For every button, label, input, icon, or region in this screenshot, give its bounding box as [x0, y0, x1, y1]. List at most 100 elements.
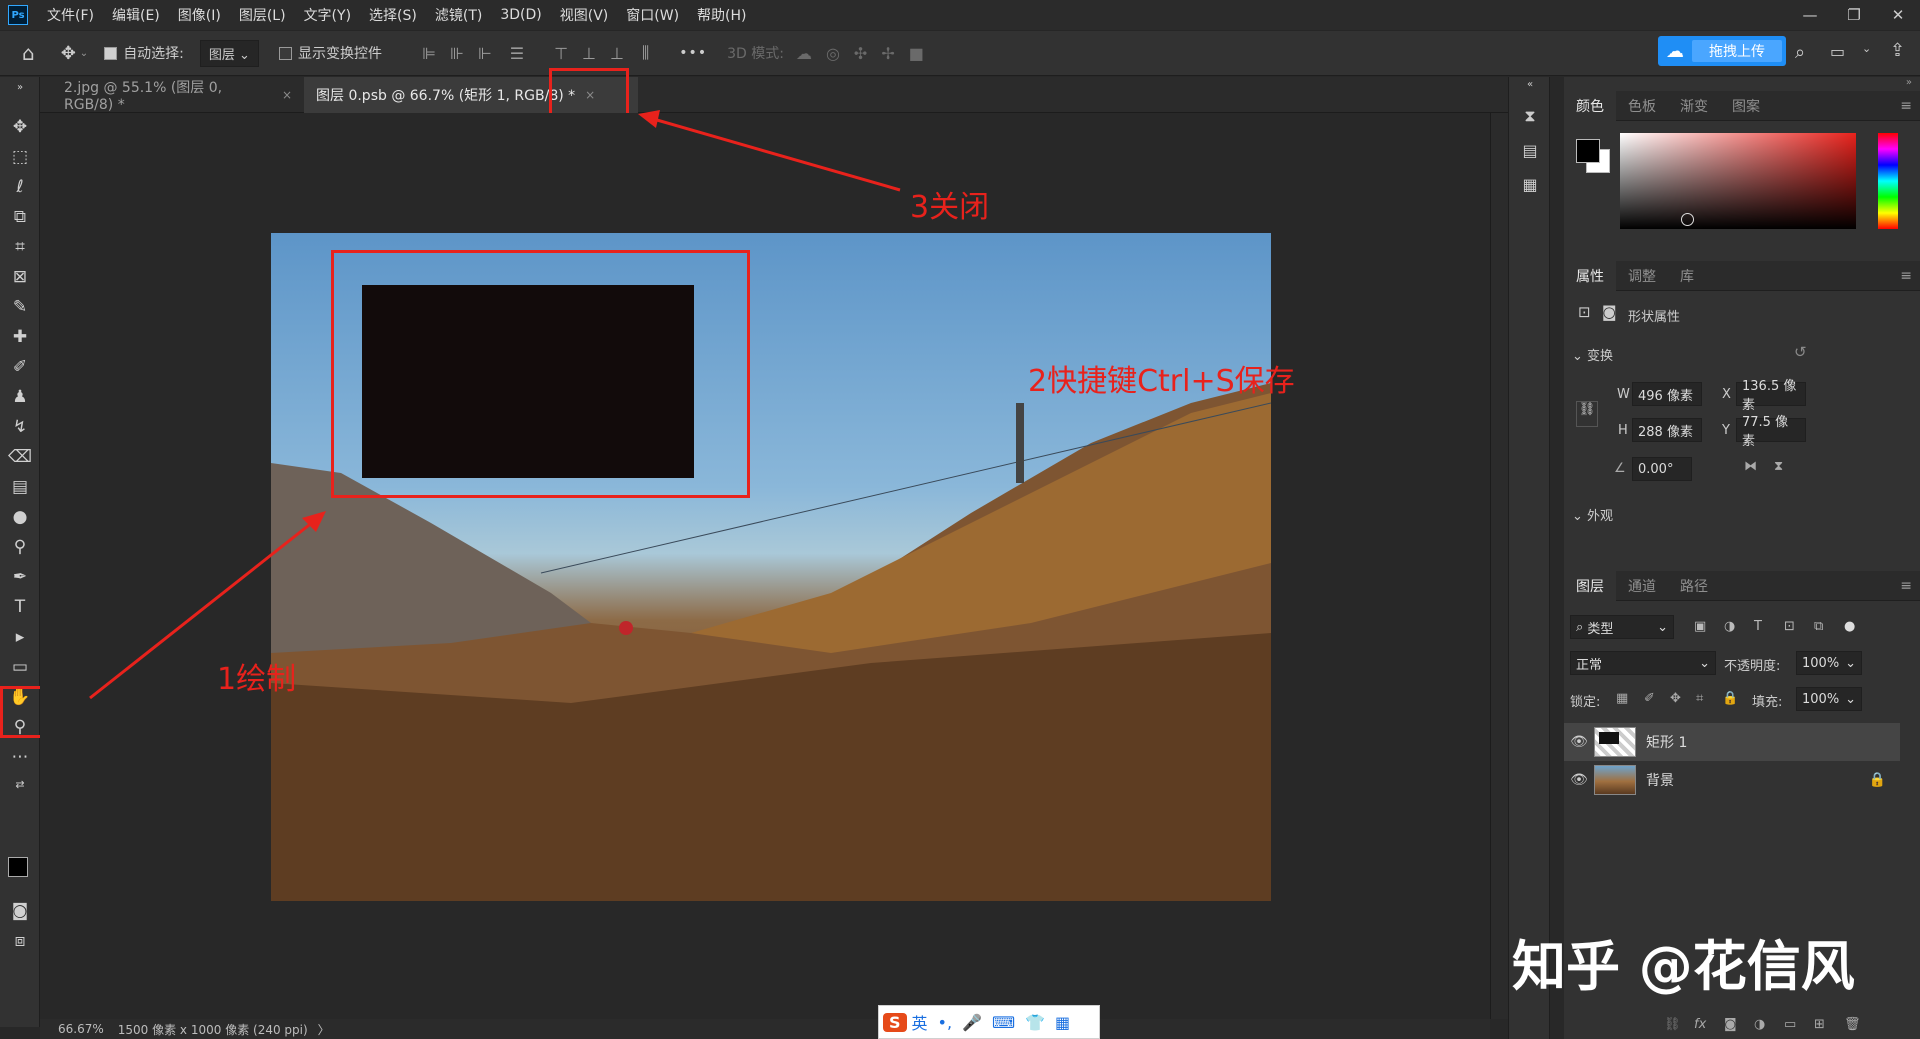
sogou-logo-icon[interactable]: S	[883, 1012, 907, 1032]
x-label: X	[1722, 387, 1731, 402]
panel-dock: « ⧗ ▤ ▦	[1508, 77, 1550, 1039]
search-icon: ⌕	[1576, 619, 1588, 635]
annotation-step1: 1绘制	[217, 662, 297, 697]
layer-row-background[interactable]: 👁 背景 🔒	[1564, 761, 1900, 799]
toolbox-icon[interactable]: ▦	[1050, 1013, 1075, 1032]
color-picker-handle[interactable]	[1681, 213, 1694, 226]
lock-icon: 🔒	[1868, 772, 1886, 788]
opacity-label: 不透明度:	[1724, 659, 1781, 674]
layer-filter-dropdown[interactable]: ⌕ 类型 ⌄	[1570, 615, 1674, 639]
blend-mode-dropdown[interactable]: 正常 ⌄	[1570, 651, 1716, 675]
panel-collapse-icon[interactable]: »	[1906, 77, 1912, 88]
dock-collapse-icon[interactable]: «	[1519, 77, 1541, 91]
vertical-scrollbar[interactable]	[1490, 113, 1508, 1019]
fill-field[interactable]: 100% ⌄	[1796, 687, 1862, 711]
angle-field[interactable]: 0.00°	[1632, 457, 1692, 481]
tab-layers[interactable]: 图层	[1564, 570, 1616, 601]
tab-gradients[interactable]: 渐变	[1668, 91, 1720, 121]
width-label: W	[1617, 387, 1630, 402]
filter-kind-value: 类型	[1587, 621, 1614, 637]
keyboard-icon[interactable]: ⌨	[987, 1013, 1020, 1032]
properties-panel-icon[interactable]: ▤	[1519, 139, 1541, 161]
mask-icon[interactable]: ◙	[1602, 303, 1617, 321]
opacity-field[interactable]: 100% ⌄	[1796, 651, 1862, 675]
lock-transparent-icon[interactable]: ▦	[1616, 691, 1628, 706]
status-bar: 66.67% 1500 像素 x 1000 像素 (240 ppi) 〉	[40, 1019, 1490, 1039]
annotation-step2: 2快捷键Ctrl+S保存	[1028, 364, 1295, 399]
rectangle-thumb-shape	[1599, 732, 1619, 744]
notes-panel-icon[interactable]: ▦	[1519, 173, 1541, 195]
angle-icon: ∠	[1614, 461, 1626, 476]
microphone-icon[interactable]: 🎤	[957, 1013, 987, 1032]
new-group-icon[interactable]: ▭	[1784, 1017, 1796, 1032]
reset-icon[interactable]: ↺	[1794, 343, 1807, 361]
chevron-down-icon: ⌄	[1845, 655, 1856, 671]
height-field[interactable]: 288 像素	[1632, 418, 1702, 442]
history-panel-icon[interactable]: ⧗	[1519, 105, 1541, 127]
hue-slider[interactable]	[1878, 133, 1898, 229]
x-field[interactable]: 136.5 像素	[1736, 379, 1806, 413]
lock-artboard-icon[interactable]: ⌗	[1696, 691, 1703, 706]
lock-label: 锁定:	[1570, 695, 1601, 710]
tab-color[interactable]: 颜色	[1564, 90, 1616, 121]
delete-layer-icon[interactable]: 🗑	[1844, 1017, 1861, 1032]
ime-language[interactable]: 英	[907, 1010, 933, 1034]
arrow-step3-head	[638, 110, 660, 128]
tab-patterns[interactable]: 图案	[1720, 91, 1772, 121]
lock-all-icon[interactable]: 🔒	[1722, 691, 1738, 706]
flip-horizontal-icon[interactable]: ⧓	[1744, 459, 1757, 474]
layers-panel-tabs: 图层 通道 路径 ≡	[1564, 570, 1920, 601]
arrow-step3-line	[649, 116, 901, 192]
tab-swatches[interactable]: 色板	[1616, 91, 1668, 121]
appearance-section-label: 外观	[1587, 509, 1614, 524]
tab-paths[interactable]: 路径	[1668, 571, 1720, 601]
add-mask-icon[interactable]: ◙	[1724, 1017, 1737, 1032]
filter-type-icon[interactable]: T	[1754, 619, 1762, 634]
ime-punctuation-icon[interactable]: •,	[933, 1013, 958, 1032]
filter-pixel-icon[interactable]: ▣	[1694, 619, 1706, 634]
fx-icon[interactable]: fx	[1694, 1017, 1706, 1032]
layer-name[interactable]: 背景	[1646, 770, 1674, 790]
foreground-color-swatch[interactable]	[1576, 139, 1600, 163]
transform-section[interactable]: ⌄ 变换	[1572, 345, 1613, 364]
height-label: H	[1618, 423, 1628, 438]
tab-libraries[interactable]: 库	[1668, 261, 1706, 291]
skin-icon[interactable]: 👕	[1020, 1013, 1050, 1032]
fill-label: 填充:	[1752, 695, 1783, 710]
annotation-step3: 3关闭	[910, 190, 990, 225]
layer-row-rectangle[interactable]: 👁 矩形 1	[1564, 723, 1900, 761]
new-layer-icon[interactable]: ⊞	[1814, 1017, 1825, 1032]
panel-menu-icon[interactable]: ≡	[1900, 268, 1912, 284]
appearance-section[interactable]: ⌄ 外观	[1572, 505, 1613, 524]
panel-menu-icon[interactable]: ≡	[1900, 98, 1912, 114]
panel-menu-icon[interactable]: ≡	[1900, 578, 1912, 594]
visibility-eye-icon[interactable]: 👁	[1564, 772, 1594, 788]
tab-properties[interactable]: 属性	[1564, 260, 1616, 291]
visibility-eye-icon[interactable]: 👁	[1564, 734, 1594, 750]
color-field[interactable]	[1620, 133, 1856, 229]
tab-channels[interactable]: 通道	[1616, 571, 1668, 601]
link-dimensions-icon[interactable]: ⛓	[1576, 401, 1598, 427]
width-field[interactable]: 496 像素	[1632, 382, 1702, 406]
filter-smart-object-icon[interactable]: ⧉	[1814, 619, 1823, 634]
filter-toggle-icon[interactable]: ●	[1844, 619, 1855, 634]
color-panel-tabs: 颜色 色板 渐变 图案 ≡	[1564, 90, 1920, 121]
y-label: Y	[1722, 423, 1730, 438]
chevron-down-icon: ⌄	[1699, 655, 1710, 671]
filter-adjustment-icon[interactable]: ◑	[1724, 619, 1735, 634]
layer-thumbnail	[1594, 765, 1636, 795]
tab-adjustments[interactable]: 调整	[1616, 261, 1668, 291]
adjustment-layer-icon[interactable]: ◑	[1754, 1017, 1765, 1032]
layer-name[interactable]: 矩形 1	[1646, 732, 1687, 752]
flip-vertical-icon[interactable]: ⧗	[1774, 459, 1783, 474]
status-arrow-icon[interactable]: 〉	[318, 1021, 330, 1038]
filter-shape-icon[interactable]: ⊡	[1784, 619, 1795, 634]
document-info: 1500 像素 x 1000 像素 (240 ppi)	[117, 1022, 308, 1037]
lock-position-icon[interactable]: ✥	[1670, 691, 1681, 706]
y-field[interactable]: 77.5 像素	[1736, 415, 1806, 449]
lock-pixels-icon[interactable]: ✐	[1644, 691, 1655, 706]
chevron-down-icon: ⌄	[1657, 619, 1668, 635]
link-layers-icon[interactable]: ⛓	[1664, 1017, 1681, 1032]
zoom-level[interactable]: 66.67%	[58, 1022, 104, 1036]
layer-thumbnail	[1594, 727, 1636, 757]
